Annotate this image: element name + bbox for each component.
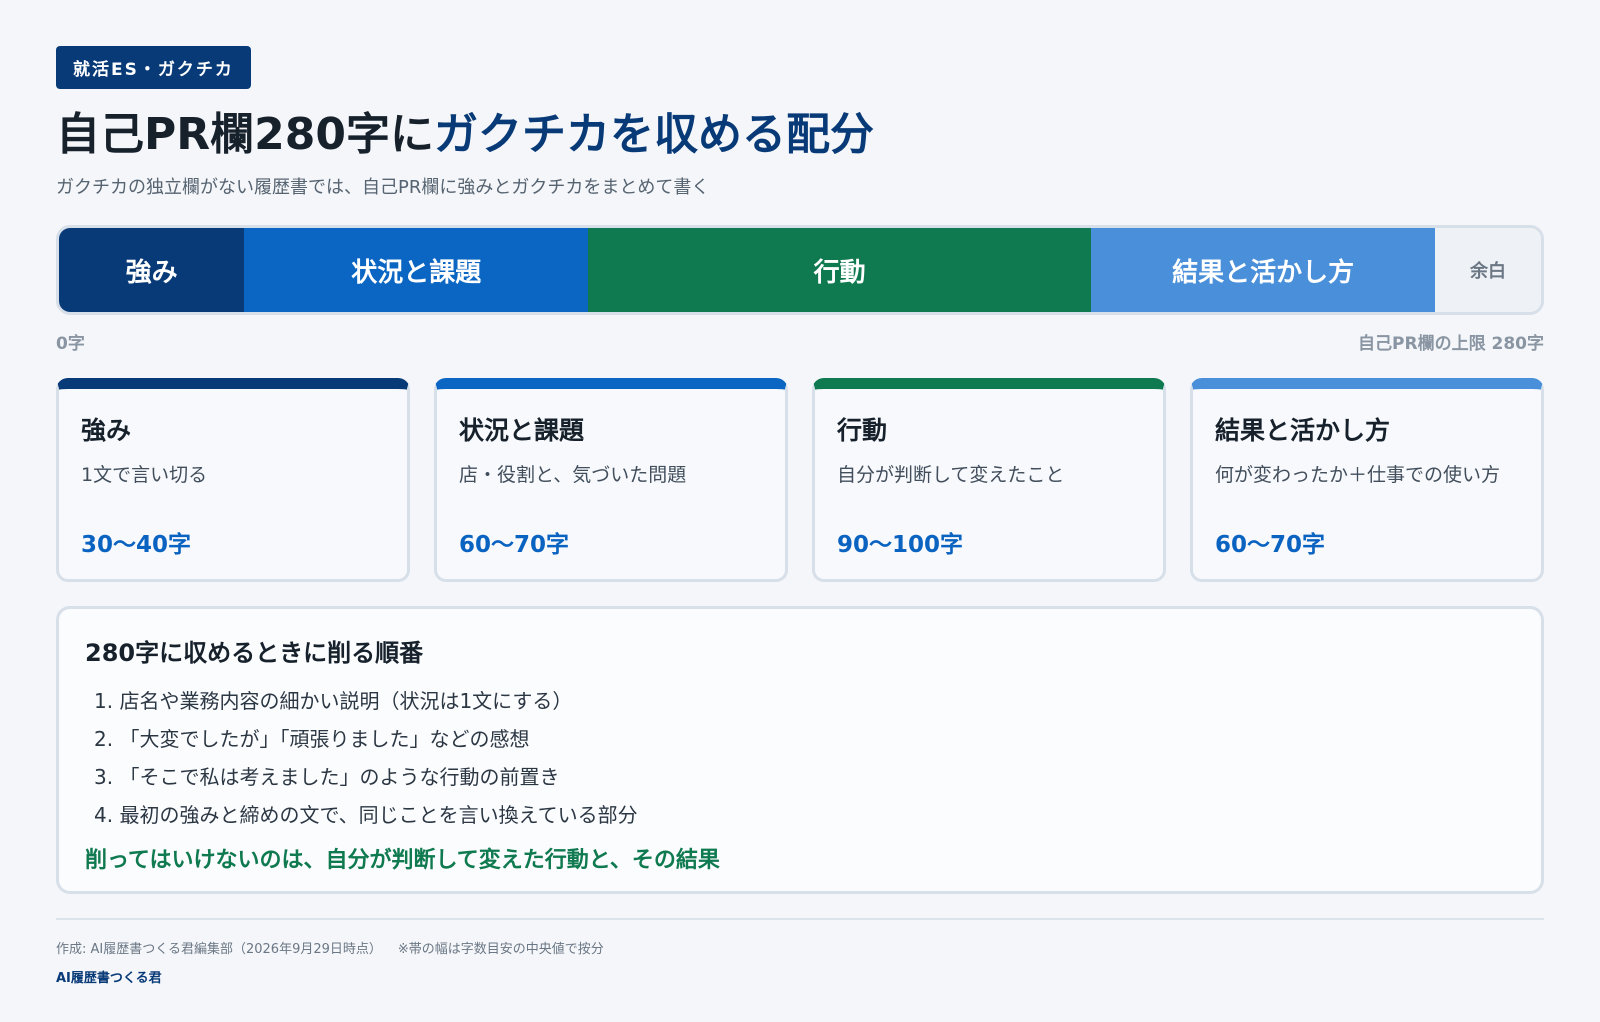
bar-segment-margin: 余白 xyxy=(1435,228,1541,312)
footer-brand: AI履歴書つくる君 xyxy=(56,971,162,986)
card-description: 1文で言い切る xyxy=(81,464,208,486)
page-title: 自己PR欄280字にガクチカを収める配分 xyxy=(56,107,1544,163)
list-item: 2. 「大変でしたが」「頑張りました」などの感想 xyxy=(94,727,530,751)
list-item: 4. 最初の強みと締めの文で、同じことを言い換えている部分 xyxy=(94,803,638,827)
list-item: 3. 「そこで私は考えました」のような行動の前置き xyxy=(94,765,560,789)
divider xyxy=(56,918,1544,920)
footer-credit: 作成: AI履歴書つくる君編集部（2026年9月29日時点） xyxy=(56,942,382,957)
cut-order-heading: 280字に収めるときに削る順番 xyxy=(85,639,424,667)
footer-credit-line: 作成: AI履歴書つくる君編集部（2026年9月29日時点） ※帯の幅は字数目安の… xyxy=(56,938,1544,957)
bar-segment-label: 強み xyxy=(125,257,178,288)
card-title: 強み xyxy=(81,416,132,445)
card-title: 行動 xyxy=(837,416,888,445)
category-tag: 就活ES・ガクチカ xyxy=(56,46,251,89)
list-item: 1. 店名や業務内容の細かい説明（状況は1文にする） xyxy=(94,689,573,713)
allocation-bar: 強み 状況と課題 行動 結果と活かし方 余白 xyxy=(56,225,1544,315)
bar-segment-action: 行動 xyxy=(588,228,1092,312)
cut-order-panel: 280字に収めるときに削る順番 1. 店名や業務内容の細かい説明（状況は1文にす… xyxy=(56,606,1544,894)
keep-note: 削ってはいけないのは、自分が判断して変えた行動と、その結果 xyxy=(85,848,720,873)
scale-start-label: 0字 xyxy=(56,334,85,354)
card-situation: 状況と課題 店・役割と、気づいた問題 60〜70字 xyxy=(434,378,788,582)
bar-scale: 0字 自己PR欄の上限 280字 xyxy=(56,329,1544,354)
bar-segment-situation: 状況と課題 xyxy=(244,228,589,312)
scale-end-label: 自己PR欄の上限 280字 xyxy=(1358,334,1544,354)
card-result: 結果と活かし方 何が変わったか＋仕事での使い方 60〜70字 xyxy=(1190,378,1544,582)
card-char-count: 90〜100字 xyxy=(837,532,964,558)
page-subtitle: ガクチカの独立欄がない履歴書では、自己PR欄に強みとガクチカをまとめて書く xyxy=(56,177,710,198)
footer-note: ※帯の幅は字数目安の中央値で按分 xyxy=(397,942,604,957)
card-description: 何が変わったか＋仕事での使い方 xyxy=(1215,464,1501,486)
title-accent: ガクチカを収める配分 xyxy=(433,109,874,160)
card-strength: 強み 1文で言い切る 30〜40字 xyxy=(56,378,410,582)
bar-segment-label: 行動 xyxy=(813,257,866,288)
card-char-count: 30〜40字 xyxy=(81,532,192,558)
bar-segment-result: 結果と活かし方 xyxy=(1091,228,1436,312)
bar-segment-label: 余白 xyxy=(1470,261,1507,282)
card-title: 結果と活かし方 xyxy=(1215,416,1391,445)
card-title: 状況と課題 xyxy=(459,416,585,445)
bar-segment-label: 状況と課題 xyxy=(351,257,482,288)
bar-segment-strength: 強み xyxy=(59,228,245,312)
infographic: 就活ES・ガクチカ 自己PR欄280字にガクチカを収める配分 ガクチカの独立欄が… xyxy=(56,46,1544,986)
card-description: 店・役割と、気づいた問題 xyxy=(459,464,687,486)
title-plain: 自己PR欄280字に xyxy=(56,109,434,160)
card-char-count: 60〜70字 xyxy=(1215,532,1326,558)
card-char-count: 60〜70字 xyxy=(459,532,570,558)
bar-segment-label: 結果と活かし方 xyxy=(1172,257,1355,288)
cut-order-list: 1. 店名や業務内容の細かい説明（状況は1文にする） 2. 「大変でしたが」「頑… xyxy=(94,682,1515,834)
section-cards: 強み 1文で言い切る 30〜40字 状況と課題 店・役割と、気づいた問題 60〜… xyxy=(56,378,1544,582)
card-action: 行動 自分が判断して変えたこと 90〜100字 xyxy=(812,378,1166,582)
card-description: 自分が判断して変えたこと xyxy=(837,464,1065,486)
